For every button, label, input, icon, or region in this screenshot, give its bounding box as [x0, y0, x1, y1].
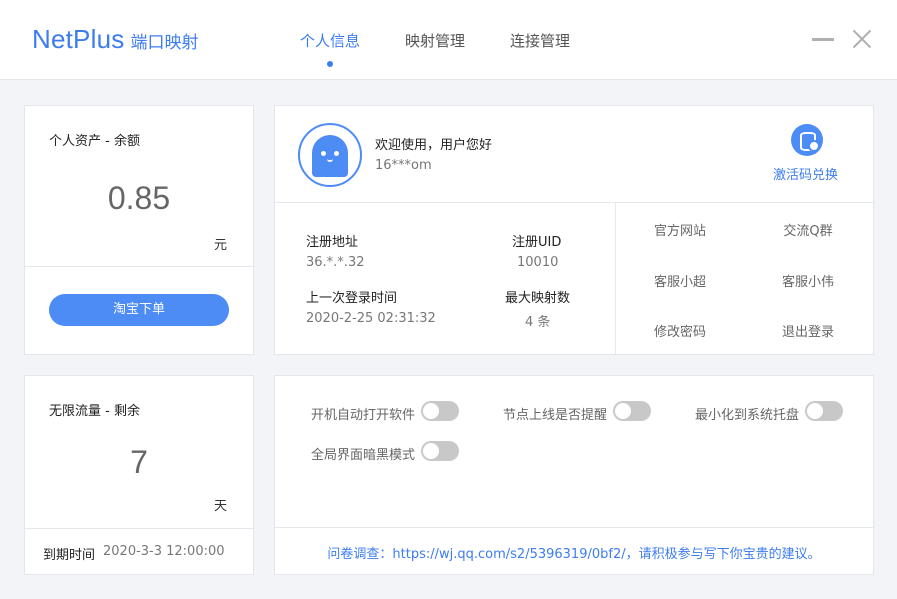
change-password-link[interactable]: 修改密码 [630, 321, 730, 340]
support-xiaowei-link[interactable]: 客服小伟 [758, 271, 858, 290]
main-nav: 个人信息 映射管理 连接管理 [300, 30, 615, 67]
uid-label: 注册UID [512, 235, 562, 250]
expire-value: 2020-3-3 12:00:00 [103, 544, 225, 559]
survey-link[interactable]: 问卷调查：https://wj.qq.com/s2/5396319/0bf2/，… [275, 543, 873, 562]
app-header: NetPlus 端口映射 个人信息 映射管理 连接管理 [0, 0, 897, 80]
autostart-toggle[interactable] [421, 401, 459, 421]
tab-mapping-label: 映射管理 [405, 32, 466, 50]
qq-group-link[interactable]: 交流Q群 [758, 220, 858, 239]
minimize-icon[interactable] [812, 38, 834, 41]
brand-name: NetPlus [32, 24, 125, 54]
tab-profile-label: 个人信息 [300, 32, 361, 50]
traffic-value: 7 [130, 444, 148, 480]
traffic-unit: 天 [214, 499, 228, 514]
last-login-label: 上一次登录时间 [306, 291, 398, 306]
balance-unit: 元 [214, 238, 228, 253]
tab-mapping[interactable]: 映射管理 [405, 30, 465, 51]
minimize-to-tray-toggle[interactable] [805, 401, 843, 421]
traffic-card: 无限流量 - 剩余 7 天 到期时间 2020-3-3 12:00:00 [24, 375, 254, 575]
official-site-link[interactable]: 官方网站 [630, 220, 730, 239]
brand: NetPlus 端口映射 [32, 24, 198, 55]
username: 16***om [375, 158, 432, 173]
brand-subtitle: 端口映射 [130, 33, 199, 53]
max-map-value: 4 条 [525, 315, 551, 330]
balance-title: 个人资产 - 余额 [49, 134, 140, 149]
ghost-avatar-icon [298, 123, 362, 187]
register-addr-label: 注册地址 [306, 235, 359, 250]
support-xiaochao-link[interactable]: 客服小超 [630, 271, 730, 290]
expire-label: 到期时间 [43, 548, 96, 563]
welcome-text: 欢迎使用，用户您好 [375, 138, 493, 153]
toggle-knob [423, 443, 439, 459]
dark-mode-toggle[interactable] [421, 441, 459, 461]
logout-link[interactable]: 退出登录 [758, 321, 858, 340]
tab-connection[interactable]: 连接管理 [510, 30, 570, 51]
ghost-eye-left [321, 151, 326, 156]
minimize-to-tray-label: 最小化到系统托盘 [695, 408, 800, 423]
ghost-eye-right [334, 151, 339, 156]
redeem-code-link[interactable]: 激活码兑换 [773, 164, 838, 183]
traffic-title: 无限流量 - 剩余 [49, 404, 140, 419]
node-online-alert-toggle[interactable] [613, 401, 651, 421]
toggle-knob [807, 403, 823, 419]
divider [25, 528, 253, 529]
database-coin-icon[interactable] [791, 124, 823, 156]
balance-card: 个人资产 - 余额 0.85 元 淘宝下单 [24, 105, 254, 355]
autostart-label: 开机自动打开软件 [311, 408, 416, 423]
divider [275, 202, 873, 203]
divider [25, 266, 253, 267]
divider [275, 527, 873, 528]
max-map-label: 最大映射数 [505, 291, 571, 306]
balance-value: 0.85 [107, 180, 171, 216]
dark-mode-label: 全局界面暗黑模式 [311, 448, 416, 463]
uid-value: 10010 [517, 255, 559, 270]
ghost-body [312, 135, 348, 177]
register-addr-value: 36.*.*.32 [306, 255, 365, 270]
toggle-knob [615, 403, 631, 419]
tab-profile[interactable]: 个人信息 [300, 30, 361, 67]
node-online-alert-label: 节点上线是否提醒 [503, 408, 608, 423]
active-tab-indicator [327, 61, 333, 67]
taobao-order-button[interactable]: 淘宝下单 [49, 294, 229, 326]
toggle-knob [423, 403, 439, 419]
settings-card: 开机自动打开软件 节点上线是否提醒 最小化到系统托盘 全局界面暗黑模式 问卷调查… [274, 375, 874, 575]
last-login-value: 2020-2-25 02:31:32 [306, 311, 436, 326]
divider [615, 202, 616, 354]
ghost-mouth [327, 159, 333, 162]
profile-card: 欢迎使用，用户您好 16***om 激活码兑换 注册地址 36.*.*.32 注… [274, 105, 874, 355]
close-icon[interactable] [852, 29, 872, 49]
tab-connection-label: 连接管理 [510, 32, 571, 50]
